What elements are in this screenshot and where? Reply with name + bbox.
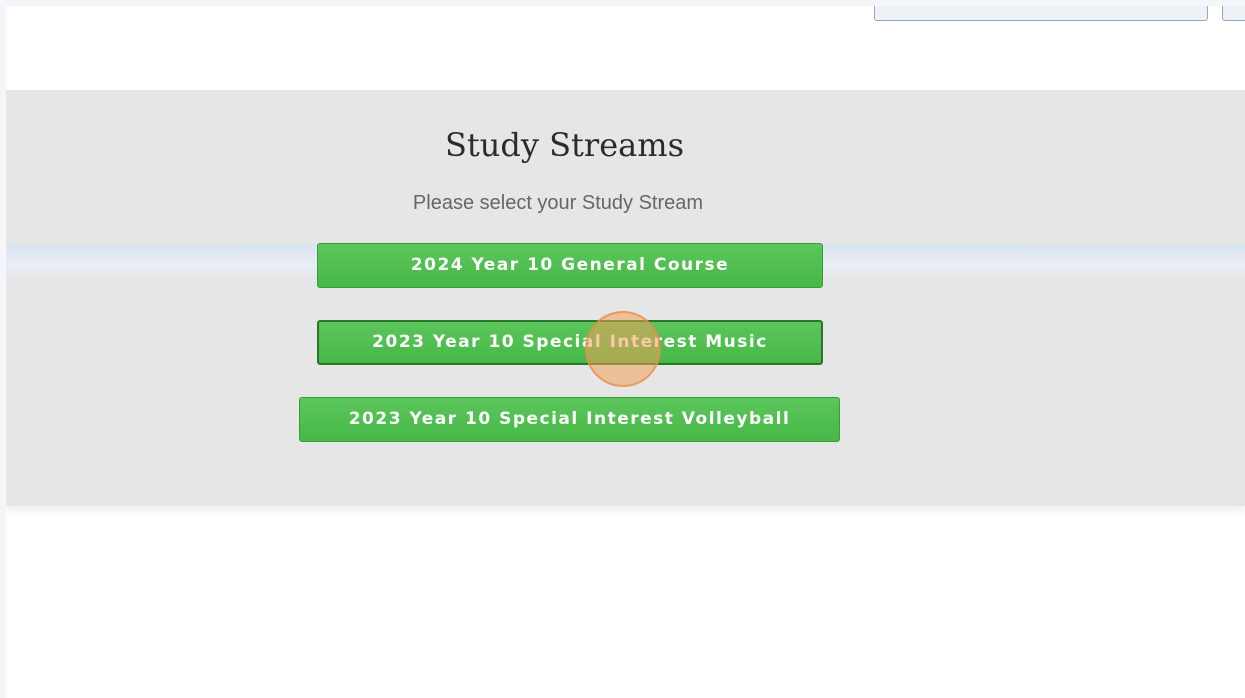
study-streams-panel: Study Streams Please select your Study S… xyxy=(6,90,1245,506)
stream-button-volleyball[interactable]: 2023 Year 10 Special Interest Volleyball xyxy=(299,397,840,442)
stream-button-music[interactable]: 2023 Year 10 Special Interest Music xyxy=(317,320,823,365)
top-toolbar-button[interactable] xyxy=(874,6,1208,21)
stream-button-general-course[interactable]: 2024 Year 10 General Course xyxy=(317,243,823,288)
page-subtitle: Please select your Study Stream xyxy=(412,192,704,214)
page-frame: Study Streams Please select your Study S… xyxy=(6,6,1245,698)
page-title: Study Streams xyxy=(445,126,684,164)
top-toolbar-button-small[interactable] xyxy=(1222,6,1245,21)
